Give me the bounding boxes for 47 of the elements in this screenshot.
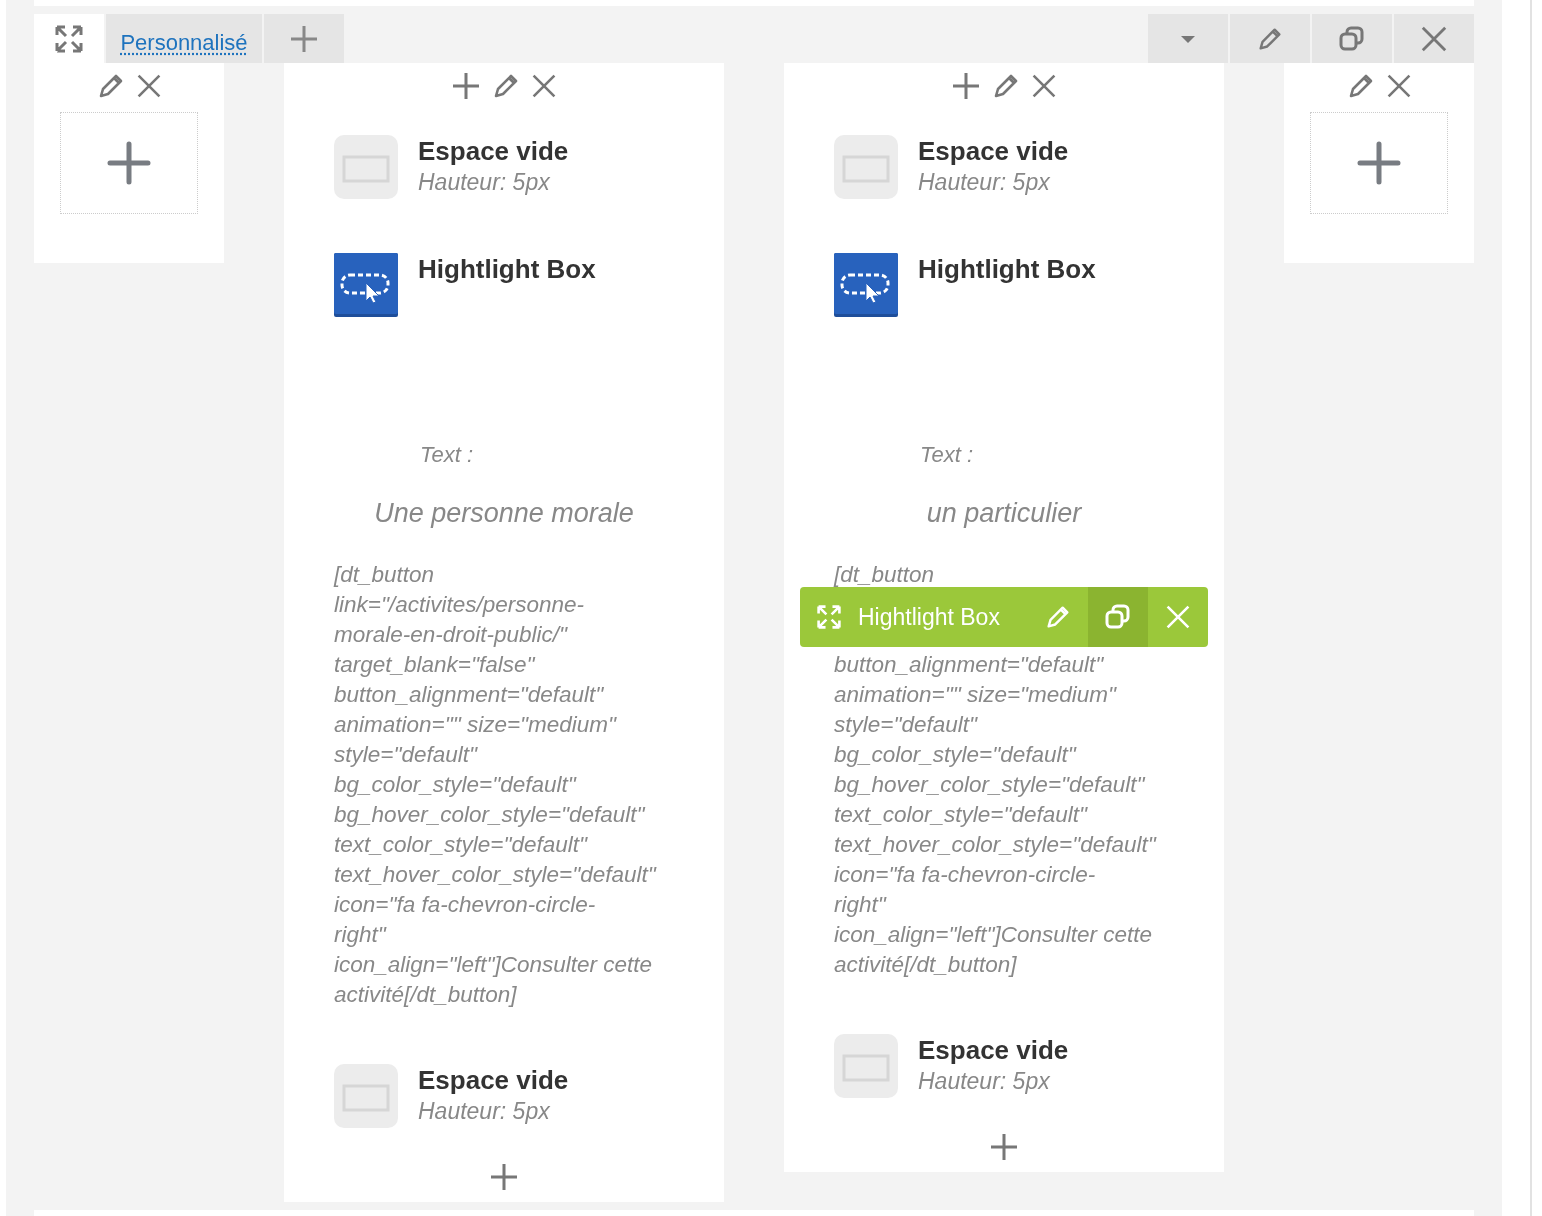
element-title: Espace vide — [418, 1064, 569, 1097]
highlight-text: un particulier — [925, 497, 1083, 531]
close-button[interactable] — [1394, 13, 1474, 64]
shortcode-text: [dt_button — [834, 561, 936, 590]
plus-icon — [107, 141, 151, 186]
add-element-button[interactable] — [60, 112, 198, 215]
element-title: Hightlight Box — [418, 253, 596, 286]
add-tab-button[interactable] — [264, 13, 344, 64]
duplicate-button[interactable] — [1088, 587, 1148, 648]
caret-down-icon — [1180, 33, 1196, 44]
highlight-box-icon — [834, 253, 898, 318]
plus-icon[interactable] — [489, 1162, 519, 1193]
toolbar-title: Hightlight Box — [858, 603, 1001, 631]
expand-handle[interactable] — [34, 13, 104, 64]
spacer-icon — [334, 1064, 398, 1129]
element-title: Espace vide — [918, 135, 1069, 168]
text-label: Text : — [920, 441, 974, 470]
edit-button[interactable] — [1230, 13, 1310, 64]
highlight-text: Une personne morale — [373, 497, 635, 531]
highlight-box-icon — [334, 253, 398, 318]
shortcode-text: [dt_button link="/activites/personne- morale-en-droit-public/" target_blank="false" button_alignment="default" animation="" size="medium" style="default" bg_color_style="default" bg_hover_color_style="default" text_color_style="default" text_hover_color_style="default" icon="fa fa-chevron-circle- right" icon_align="left"]Consulter cette activité[/dt_button] — [334, 561, 658, 1010]
element-subtitle: Hauteur: 5px — [418, 1097, 551, 1127]
close-icon[interactable] — [531, 73, 557, 100]
spacer-icon — [834, 1034, 898, 1099]
element-title: Espace vide — [418, 135, 569, 168]
close-icon[interactable] — [1386, 73, 1412, 100]
element-title: Hightlight Box — [918, 253, 1096, 286]
duplicate-button[interactable] — [1312, 13, 1392, 64]
add-element-button[interactable] — [1310, 112, 1448, 215]
row-tab[interactable]: Personnalisé — [106, 13, 262, 64]
element-subtitle: Hauteur: 5px — [918, 1067, 1051, 1097]
plus-icon — [289, 23, 319, 54]
element-subtitle: Hauteur: 5px — [918, 168, 1051, 198]
element-subtitle: Hauteur: 5px — [418, 168, 551, 198]
close-icon[interactable] — [136, 73, 162, 100]
shortcode-text: button_alignment="default" animation="" size="medium" style="default" bg_color_style="default" bg_hover_color_style="default" text_color_style="default" text_hover_color_style="default" icon="fa fa-chevron-circle- right" icon_align="left"]Consulter cette activité[/dt_button] — [834, 651, 1158, 980]
spacer-icon — [834, 135, 898, 200]
plus-icon[interactable] — [951, 71, 981, 102]
close-icon — [1420, 24, 1448, 53]
close-icon[interactable] — [1031, 73, 1057, 100]
close-icon — [1165, 604, 1191, 631]
plus-icon[interactable] — [451, 71, 481, 102]
plus-icon — [1357, 141, 1401, 186]
plus-icon[interactable] — [989, 1132, 1019, 1163]
spacer-icon — [334, 135, 398, 200]
element-title: Espace vide — [918, 1034, 1069, 1067]
text-label: Text : — [420, 441, 474, 470]
